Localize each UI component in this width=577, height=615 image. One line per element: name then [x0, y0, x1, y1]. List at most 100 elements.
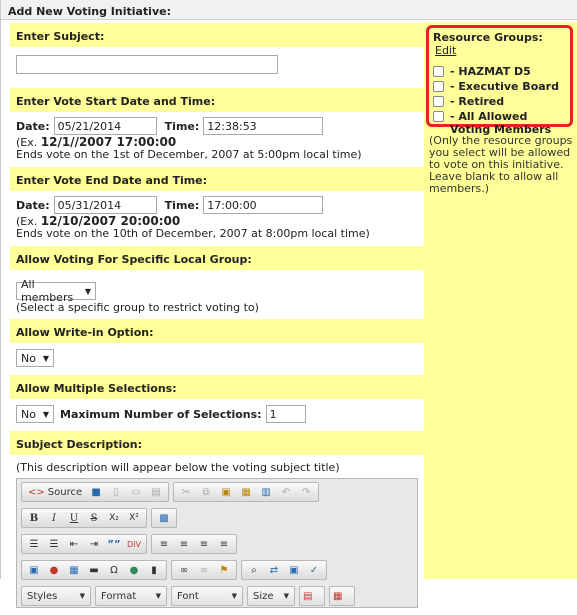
local-group-section: All members ▼ (Select a specific group t…: [10, 270, 424, 318]
bold-button[interactable]: B: [25, 509, 43, 527]
paste-word-icon[interactable]: ▥: [257, 483, 275, 501]
replace-icon[interactable]: ⇄: [265, 561, 283, 579]
resource-group-checkbox[interactable]: [433, 81, 444, 92]
local-group-select[interactable]: All members ▼: [16, 278, 96, 304]
resource-groups-note: (Only the resource groups you select wil…: [429, 134, 573, 195]
anchor-icon[interactable]: ⚑: [215, 561, 233, 579]
new-page-icon[interactable]: ▯: [107, 483, 125, 501]
templates-icon[interactable]: ▤: [147, 483, 165, 501]
font-label: Font: [177, 590, 199, 602]
multiple-select[interactable]: No ▼: [16, 405, 54, 423]
indent-icon[interactable]: ⇥: [85, 535, 103, 553]
numbered-list-icon[interactable]: ☰: [25, 535, 43, 553]
end-date-label: Date:: [16, 198, 50, 212]
start-section: Date: Time: (Ex. 12/1//2007 17:00:00 End…: [10, 112, 424, 166]
format-dropdown[interactable]: Format ▼: [95, 586, 167, 606]
local-group-note: (Select a specific group to restrict vot…: [16, 301, 259, 314]
subject-input[interactable]: [16, 55, 278, 74]
resource-group-checkbox[interactable]: [433, 96, 444, 107]
styles-dropdown[interactable]: Styles ▼: [21, 586, 91, 606]
start-time-label: Time:: [164, 119, 200, 133]
copy-icon[interactable]: ⧉: [197, 483, 215, 501]
resource-group-label: - Retired: [450, 95, 505, 108]
resource-group-checkbox[interactable]: [433, 111, 444, 122]
chevron-down-icon: ▼: [42, 409, 49, 419]
write-in-select[interactable]: No ▼: [16, 349, 54, 367]
align-left-icon[interactable]: ≡: [155, 535, 173, 553]
description-section: (This description will appear below the …: [10, 455, 424, 615]
description-heading: Subject Description:: [10, 430, 424, 455]
underline-button[interactable]: U: [65, 509, 83, 527]
basic-styles-group: B I U S X₂ X²: [21, 508, 147, 528]
subscript-button[interactable]: X₂: [105, 509, 123, 527]
align-group: ≡ ≡ ≡ ≡: [151, 534, 237, 554]
select-all-icon[interactable]: ▣: [285, 561, 303, 579]
align-right-icon[interactable]: ≡: [195, 535, 213, 553]
redo-icon[interactable]: ↷: [297, 483, 315, 501]
italic-button[interactable]: I: [45, 509, 63, 527]
justify-icon[interactable]: ≡: [215, 535, 233, 553]
find-group: ⌕ ⇄ ▣ ✓: [241, 560, 327, 580]
end-date-input[interactable]: [53, 196, 157, 214]
resource-groups-edit-link[interactable]: Edit: [435, 44, 456, 57]
end-time-input[interactable]: [203, 196, 324, 214]
blockquote-button[interactable]: ””: [105, 535, 123, 553]
start-example-note: Ends vote on the 1st of December, 2007 a…: [16, 148, 362, 161]
end-heading: Enter Vote End Date and Time:: [10, 166, 424, 191]
text-color-button[interactable]: ▤: [299, 586, 325, 606]
spellcheck-icon[interactable]: ✓: [305, 561, 323, 579]
rich-text-editor: <> Source ■ ▯ ▭ ▤ ✂ ⧉ ▣ ▦ ▥ ↶ ↷ B I U S …: [16, 478, 418, 608]
start-example-value: 12/1//2007 17:00:00: [40, 135, 177, 149]
paragraph-group: ☰ ☰ ⇤ ⇥ ”” DIV: [21, 534, 147, 554]
unlink-icon[interactable]: ∞: [195, 561, 213, 579]
outdent-icon[interactable]: ⇤: [65, 535, 83, 553]
max-selections-input[interactable]: [265, 405, 306, 423]
save-icon[interactable]: ■: [87, 483, 105, 501]
bg-color-button[interactable]: ▦: [329, 586, 355, 606]
cut-icon[interactable]: ✂: [177, 483, 195, 501]
bulleted-list-icon[interactable]: ☰: [45, 535, 63, 553]
max-selections-label: Maximum Number of Selections:: [60, 407, 262, 421]
chevron-down-icon: ▼: [283, 592, 289, 600]
paste-icon[interactable]: ▣: [217, 483, 235, 501]
image-icon[interactable]: ▣: [25, 561, 43, 579]
resource-group-label: - Executive Board: [450, 80, 559, 93]
superscript-button[interactable]: X²: [125, 509, 143, 527]
resource-group-checkbox[interactable]: [433, 66, 444, 77]
find-icon[interactable]: ⌕: [245, 561, 263, 579]
smiley-icon[interactable]: ●: [125, 561, 143, 579]
table-icon[interactable]: ▦: [65, 561, 83, 579]
subject-section: [10, 47, 424, 87]
undo-icon[interactable]: ↶: [277, 483, 295, 501]
page-title: Add New Voting Initiative:: [1, 0, 577, 20]
source-group: <> Source ■ ▯ ▭ ▤: [21, 482, 170, 502]
resource-group-label: - All Allowed Voting Members: [450, 110, 552, 136]
remove-format-icon[interactable]: ▩: [155, 509, 173, 527]
paste-text-icon[interactable]: ▦: [237, 483, 255, 501]
resource-groups-box: Resource Groups: Edit - HAZMAT D5 - Exec…: [426, 25, 573, 136]
link-group: ∞ ∞ ⚑: [171, 560, 237, 580]
link-icon[interactable]: ∞: [175, 561, 193, 579]
font-dropdown[interactable]: Font ▼: [171, 586, 243, 606]
flash-icon[interactable]: ●: [45, 561, 63, 579]
bg-color-icon: ▦: [333, 590, 343, 602]
special-char-icon[interactable]: Ω: [105, 561, 123, 579]
preview-icon[interactable]: ▭: [127, 483, 145, 501]
size-dropdown[interactable]: Size ▼: [247, 586, 295, 606]
source-icon: <>: [28, 486, 45, 498]
strike-button[interactable]: S: [85, 509, 103, 527]
end-example-note: Ends vote on the 10th of December, 2007 …: [16, 227, 370, 240]
resource-groups-title: Resource Groups: Edit: [433, 31, 566, 57]
source-button[interactable]: <> Source: [25, 483, 85, 501]
align-center-icon[interactable]: ≡: [175, 535, 193, 553]
description-note: (This description will appear below the …: [16, 461, 340, 474]
multiple-selected: No: [21, 407, 36, 421]
div-container-icon[interactable]: DIV: [125, 535, 143, 553]
subject-heading: Enter Subject:: [10, 22, 424, 47]
horizontal-line-icon[interactable]: ▬: [85, 561, 103, 579]
start-time-input[interactable]: [203, 117, 324, 135]
start-date-label: Date:: [16, 119, 50, 133]
page-break-icon[interactable]: ▮: [145, 561, 163, 579]
start-date-input[interactable]: [53, 117, 157, 135]
local-group-heading: Allow Voting For Specific Local Group:: [10, 245, 424, 270]
